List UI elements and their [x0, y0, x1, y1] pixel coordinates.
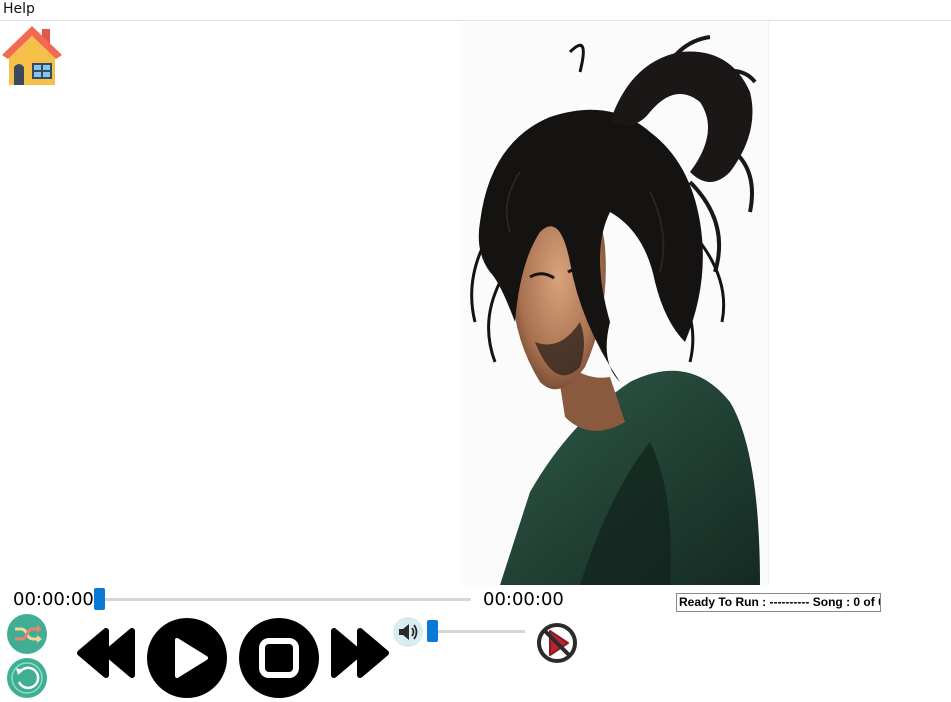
menu-help[interactable]: Help — [3, 1, 35, 17]
repeat-icon — [7, 658, 47, 698]
stop-button[interactable] — [238, 617, 320, 699]
media-player-window: Help 00:00:00 00:00:00 Ready To Run: --… — [0, 0, 951, 702]
no-play-icon — [537, 623, 577, 663]
menu-bar: Help — [0, 0, 951, 21]
shuffle-icon — [7, 614, 47, 654]
no-play-toggle-button[interactable] — [536, 619, 578, 667]
house-icon[interactable] — [0, 23, 64, 87]
repeat-button[interactable] — [7, 658, 47, 698]
seek-slider-thumb[interactable] — [94, 588, 105, 610]
elapsed-time: 00:00:00 — [13, 589, 94, 610]
stop-icon — [239, 618, 319, 698]
play-icon — [147, 618, 227, 698]
fast-forward-icon — [331, 628, 389, 678]
status-label: Ready To Run : ---------- Song : 0 of 0 — [676, 593, 881, 612]
rewind-icon — [77, 628, 135, 678]
volume-button[interactable] — [393, 617, 423, 647]
shuffle-button[interactable] — [7, 614, 47, 654]
total-time: 00:00:00 — [483, 589, 564, 610]
seek-slider-track[interactable] — [95, 598, 471, 601]
volume-slider-track[interactable] — [430, 630, 525, 633]
album-artwork — [460, 22, 769, 585]
speaker-icon — [393, 617, 423, 647]
next-button[interactable] — [328, 627, 392, 679]
previous-button[interactable] — [74, 627, 138, 679]
play-button[interactable] — [146, 617, 228, 699]
volume-slider-thumb[interactable] — [427, 620, 438, 642]
